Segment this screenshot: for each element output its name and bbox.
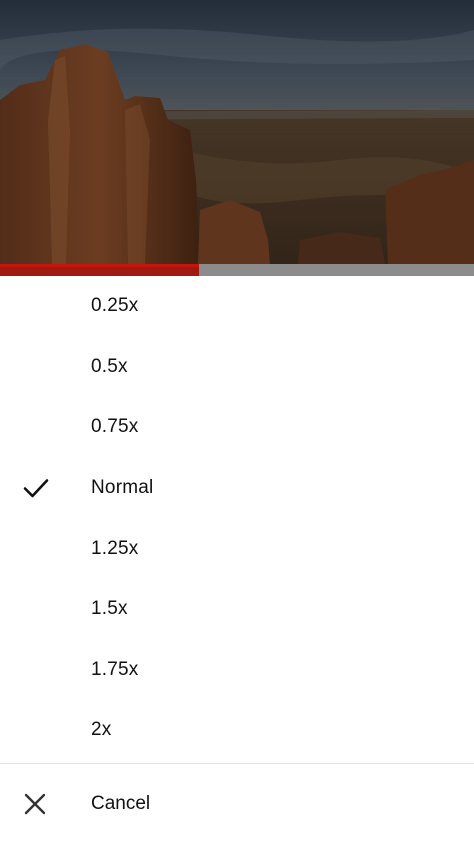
- speed-option[interactable]: 0.75x: [0, 397, 474, 458]
- speed-option-label: Normal: [91, 477, 154, 499]
- speed-option-label: 0.75x: [91, 416, 139, 438]
- speed-option-label: 1.75x: [91, 658, 139, 680]
- speed-option[interactable]: 1.25x: [0, 518, 474, 579]
- speed-option[interactable]: 1.75x: [0, 640, 474, 701]
- speed-option-label: 1.25x: [91, 537, 139, 559]
- speed-option-label: 0.25x: [91, 295, 139, 317]
- speed-option-label: 2x: [91, 719, 112, 741]
- close-icon: [24, 793, 46, 814]
- speed-option[interactable]: 0.25x: [0, 276, 474, 337]
- speed-option-label: 1.5x: [91, 598, 128, 620]
- speed-option[interactable]: 2x: [0, 700, 474, 761]
- speed-option[interactable]: Normal: [0, 458, 474, 519]
- speed-option[interactable]: 1.5x: [0, 579, 474, 640]
- speed-option[interactable]: 0.5x: [0, 337, 474, 398]
- cancel-button[interactable]: Cancel: [0, 764, 474, 843]
- cancel-label: Cancel: [91, 792, 151, 814]
- video-player[interactable]: [0, 0, 474, 276]
- video-frame-landscape: [0, 0, 474, 276]
- speed-options-list: 0.25x 0.5x 0.75x Normal 1.25x 1.5x 1.75x 2x: [0, 276, 474, 761]
- playback-speed-sheet: 0.25x 0.5x 0.75x Normal 1.25x 1.5x 1.75x 2x Can…: [0, 276, 474, 843]
- checkmark-icon: [23, 479, 49, 498]
- speed-option-label: 0.5x: [91, 355, 128, 377]
- progress-played-line: [0, 264, 200, 267]
